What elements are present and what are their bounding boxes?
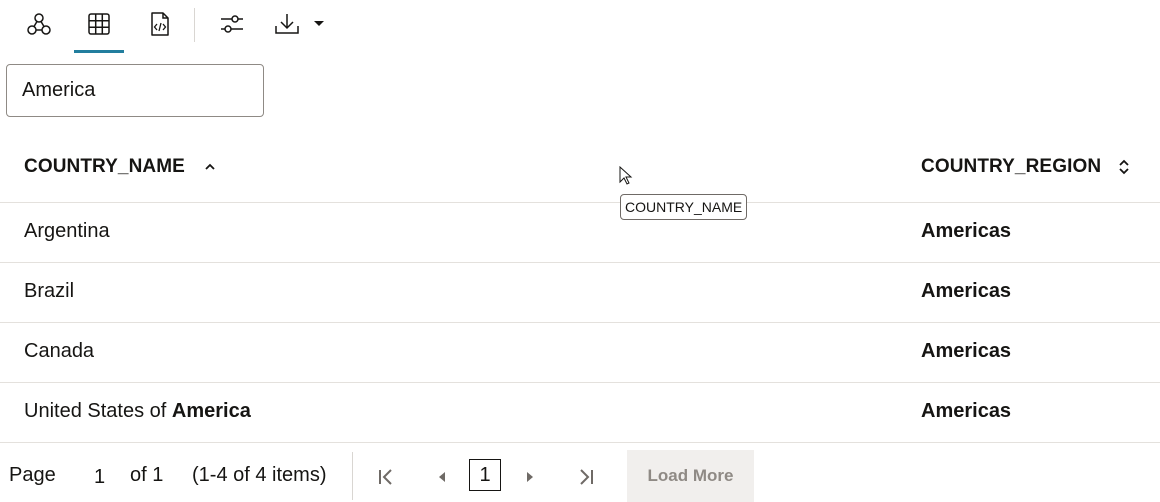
country-region-cell: Americas [921,280,1012,302]
country-region-cell: Americas [921,400,1012,422]
pager-divider [352,452,353,500]
page-label: Page [9,464,56,486]
current-page-indicator[interactable]: 1 [469,459,501,491]
page-number-input[interactable]: 1 [94,466,105,489]
graph-view-icon [27,13,51,35]
pagination-bar: Page 1 of 1 (1-4 of 4 items) 1 Load More [0,450,1160,502]
table-header: COUNTRY_NAME COUNTRY_REGION [0,140,1160,203]
column-label: COUNTRY_NAME [24,156,185,177]
caret-down-icon [314,21,324,26]
column-tooltip: COUNTRY_NAME [620,194,748,220]
view-toolbar [0,0,1160,54]
last-page-icon [580,469,593,485]
next-page-icon [527,472,533,482]
first-page-button[interactable] [373,464,399,490]
table-row[interactable]: United States of America Americas [0,383,1160,443]
country-region-cell: Americas [921,340,1012,362]
previous-page-button[interactable] [429,464,455,490]
table-row[interactable]: Argentina Americas [0,203,1160,263]
country-name-cell: Brazil [24,280,75,302]
sort-unsorted-icon[interactable] [1117,157,1131,177]
sort-ascending-icon[interactable] [203,161,217,173]
country-name-cell: United States of America [24,400,251,422]
active-tab-indicator [74,50,124,53]
mouse-cursor-icon [619,166,633,185]
country-name-cell: Canada [24,340,95,362]
item-range: (1-4 of 4 items) [192,464,327,486]
download-icon [275,14,324,34]
column-label: COUNTRY_REGION [921,156,1102,177]
table-view-icon [88,13,110,35]
load-more-button[interactable]: Load More [627,450,754,502]
settings-button[interactable] [212,6,252,42]
download-menu-button[interactable] [268,6,328,42]
country-name-cell: Argentina [24,220,110,242]
graph-view-button[interactable] [19,6,59,42]
country-region-cell: Americas [921,220,1012,242]
code-view-icon [151,12,169,36]
first-page-icon [379,469,392,485]
settings-sliders-icon [221,15,243,33]
table-view-button[interactable] [79,6,119,42]
page-count: of 1 [130,464,164,486]
previous-page-icon [439,472,445,482]
code-view-button[interactable] [140,6,180,42]
toolbar-divider [194,8,195,42]
table-row[interactable]: Canada Americas [0,323,1160,383]
last-page-button[interactable] [573,464,599,490]
table-row[interactable]: Brazil Americas [0,263,1160,323]
search-input[interactable]: America [6,64,264,117]
column-header-country-name[interactable]: COUNTRY_NAME [24,156,217,178]
column-header-country-region[interactable]: COUNTRY_REGION [921,156,1131,178]
next-page-button[interactable] [517,464,543,490]
